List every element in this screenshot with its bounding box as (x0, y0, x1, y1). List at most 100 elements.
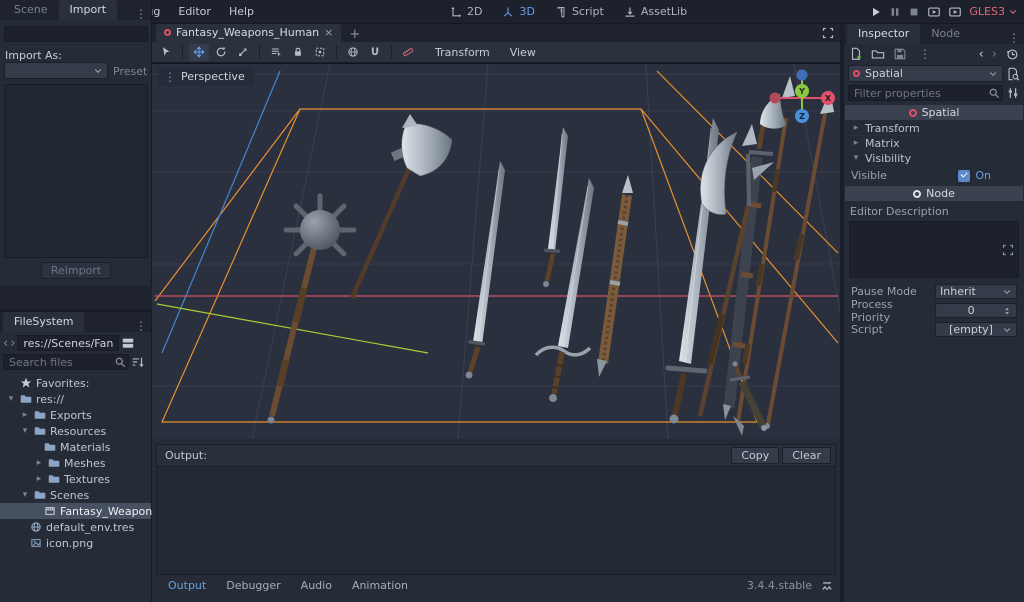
rotate-tool-icon[interactable] (211, 44, 231, 61)
tree-item-favorites[interactable]: Favorites: (0, 375, 151, 391)
tab-import[interactable]: Import (59, 0, 118, 20)
bottom-tab-audio[interactable]: Audio (291, 579, 342, 592)
group-matrix[interactable]: ▸Matrix (845, 136, 1023, 151)
pause-button[interactable] (889, 6, 901, 18)
tab-scene[interactable]: Scene (3, 0, 59, 20)
search-files-input[interactable] (3, 354, 129, 370)
transform-menu[interactable]: Transform (426, 46, 499, 59)
scene-tab[interactable]: Fantasy_Weapons_Human × (156, 24, 341, 42)
pause-mode-dropdown[interactable]: Inherit (935, 284, 1017, 299)
open-docs-icon[interactable] (1006, 67, 1020, 81)
copy-button[interactable]: Copy (731, 447, 779, 464)
tree-item-icon-png[interactable]: icon.png (0, 535, 151, 551)
3d-icon (502, 6, 514, 18)
import-as-label: Import As: (5, 49, 62, 62)
tree-item-exports[interactable]: ▸Exports (0, 407, 151, 423)
expand-bottom-panel-icon[interactable] (820, 579, 834, 593)
process-priority-spinbox[interactable]: 0 (935, 303, 1017, 318)
run-controls: GLES3 (870, 5, 1018, 19)
property-tools-icon[interactable] (1006, 86, 1020, 100)
stop-button[interactable] (908, 6, 920, 18)
3d-viewport[interactable]: Y X Z ⋮ Perspective (152, 63, 840, 438)
tab-close-icon[interactable]: × (324, 26, 333, 39)
reimport-button[interactable]: Reimport (41, 262, 111, 279)
tree-item-resources[interactable]: ▾Resources (0, 423, 151, 439)
visible-checkbox[interactable] (958, 170, 970, 182)
tab-node[interactable]: Node (920, 24, 971, 44)
axis-ball-neg-x[interactable] (770, 93, 781, 104)
group-transform[interactable]: ▸Transform (845, 121, 1023, 136)
history-back-icon[interactable]: ‹ (979, 47, 984, 62)
scale-tool-icon[interactable] (233, 44, 253, 61)
property-process-priority: Process Priority 0 (845, 301, 1023, 320)
split-mode-icon[interactable] (121, 336, 135, 350)
lock-selected-icon[interactable] (288, 44, 308, 61)
section-node[interactable]: Node (845, 186, 1023, 201)
save-resource-icon[interactable] (893, 47, 907, 61)
history-icon[interactable] (1005, 47, 1019, 61)
axis-ball-neg[interactable] (797, 70, 808, 81)
tree-item-res[interactable]: ▾res:// (0, 391, 151, 407)
snap-mode-icon[interactable] (365, 44, 385, 61)
folder-icon (44, 441, 56, 453)
select-tool-icon[interactable] (156, 44, 176, 61)
import-as-dropdown[interactable] (4, 62, 108, 79)
load-resource-icon[interactable] (871, 47, 885, 61)
clear-button[interactable]: Clear (782, 447, 831, 464)
tree-item-scenes[interactable]: ▾Scenes (0, 487, 151, 503)
menu-help[interactable]: Help (220, 5, 263, 18)
dock-menu-icon[interactable]: ⋮ (131, 320, 151, 332)
expand-textarea-icon[interactable] (1002, 244, 1014, 256)
override-camera-icon[interactable] (398, 44, 418, 61)
sort-files-icon[interactable] (131, 355, 145, 369)
workspace-assetlib[interactable]: AssetLib (614, 5, 697, 18)
editor-description-textarea[interactable] (849, 221, 1019, 278)
distraction-free-icon[interactable] (822, 27, 834, 39)
filter-properties-input[interactable] (848, 85, 1003, 101)
tab-filesystem[interactable]: FileSystem (3, 312, 84, 332)
group-selected-icon[interactable] (310, 44, 330, 61)
tab-inspector[interactable]: Inspector (847, 24, 920, 44)
list-select-icon[interactable] (266, 44, 286, 61)
tree-item-fantasy-weapons[interactable]: Fantasy_Weapons_Hum (0, 503, 151, 519)
filter-row (844, 82, 1024, 104)
workspace-3d[interactable]: 3D (492, 5, 544, 18)
dock-menu-icon[interactable]: ⋮ (1004, 32, 1024, 44)
tree-item-materials[interactable]: Materials (0, 439, 151, 455)
history-forward-icon[interactable]: › (992, 47, 997, 62)
menu-editor[interactable]: Editor (169, 5, 220, 18)
local-space-icon[interactable] (343, 44, 363, 61)
workspace-2d[interactable]: 2D (440, 5, 492, 18)
play-button[interactable] (870, 6, 882, 18)
new-resource-icon[interactable] (849, 47, 863, 61)
perspective-menu[interactable]: ⋮ Perspective (158, 68, 254, 86)
bottom-tab-animation[interactable]: Animation (342, 579, 418, 592)
3d-viewport-canvas[interactable]: Y X Z (152, 64, 840, 439)
spinner-icon[interactable] (1002, 306, 1012, 316)
tree-item-default-env[interactable]: default_env.tres (0, 519, 151, 535)
preset-button[interactable]: Preset (113, 65, 147, 78)
bottom-tab-output[interactable]: Output (158, 579, 216, 592)
new-scene-tab-button[interactable]: + (341, 27, 368, 42)
tree-item-meshes[interactable]: ▸Meshes (0, 455, 151, 471)
nav-back-button[interactable]: ‹ (3, 336, 8, 351)
dock-menu-icon[interactable]: ⋮ (131, 8, 151, 20)
chevron-down-icon (988, 69, 998, 79)
resource-menu-icon[interactable]: ⋮ (915, 48, 935, 60)
import-file-name (4, 26, 148, 42)
current-path-field[interactable] (17, 335, 119, 351)
play-custom-scene-button[interactable] (948, 5, 962, 19)
section-spatial[interactable]: Spatial (845, 105, 1023, 120)
nav-forward-button[interactable]: › (10, 336, 15, 351)
script-dropdown[interactable]: [empty] (935, 322, 1017, 337)
view-menu[interactable]: View (501, 46, 545, 59)
renderer-selector[interactable]: GLES3 (969, 5, 1018, 18)
group-visibility[interactable]: ▾Visibility (845, 151, 1023, 166)
play-scene-button[interactable] (927, 5, 941, 19)
node-selector[interactable]: Spatial (848, 65, 1003, 82)
workspace-script[interactable]: Script (545, 5, 614, 18)
bottom-tab-debugger[interactable]: Debugger (216, 579, 290, 592)
move-tool-icon[interactable] (189, 44, 209, 61)
tree-item-textures[interactable]: ▸Textures (0, 471, 151, 487)
output-log-area[interactable] (156, 466, 836, 575)
